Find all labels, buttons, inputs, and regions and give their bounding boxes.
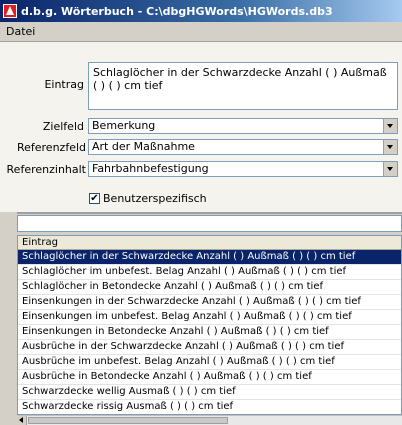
eintrag-field[interactable]: Schlaglöcher in der Schwarzdecke Anzahl … [88, 62, 398, 110]
form-panel: Eintrag Schlaglöcher in der Schwarzdecke… [0, 42, 402, 212]
chevron-down-icon[interactable] [383, 162, 397, 176]
menu-datei[interactable]: Datei [6, 25, 35, 38]
zielfeld-label: Zielfeld [42, 120, 84, 133]
entries-grid[interactable]: Eintrag Schlaglöcher in der Schwarzdecke… [17, 235, 402, 415]
window-title: d.b.g. Wörterbuch - C:\dbgHGWords\HGWord… [21, 4, 333, 18]
referenzfeld-label: Referenzfeld [16, 141, 86, 154]
scroll-left-icon[interactable] [17, 416, 27, 425]
chevron-down-icon[interactable] [383, 140, 397, 154]
menu-bar: Datei [0, 22, 402, 42]
zielfeld-value: Bemerkung [92, 119, 156, 132]
table-row[interactable]: Schlaglöcher im unbefest. Belag Anzahl (… [18, 265, 401, 280]
table-row[interactable]: Schwarzdecke rissig Ausmaß ( ) ( ) cm ti… [18, 400, 401, 414]
table-row[interactable]: Ausbrüche im unbefest. Belag Anzahl ( ) … [18, 355, 401, 370]
horizontal-scrollbar[interactable] [17, 415, 402, 425]
referenzfeld-value: Art der Maßnahme [92, 140, 195, 153]
table-row[interactable]: Schlaglöcher in der Schwarzdecke Anzahl … [18, 250, 401, 265]
grid-rows: Schlaglöcher in der Schwarzdecke Anzahl … [18, 250, 401, 414]
divider [0, 212, 402, 214]
title-bar[interactable]: d.b.g. Wörterbuch - C:\dbgHGWords\HGWord… [0, 0, 402, 22]
table-row[interactable]: Einsenkungen in Betondecke Anzahl ( ) Au… [18, 325, 401, 340]
referenzfeld-select[interactable]: Art der Maßnahme [88, 139, 398, 155]
table-row[interactable]: Schlaglöcher in Betondecke Anzahl ( ) Au… [18, 280, 401, 295]
benutzerspezifisch-checkbox[interactable]: ✔ [89, 193, 100, 204]
table-row[interactable]: Ausbrüche in Betondecke Anzahl ( ) Außma… [18, 370, 401, 385]
app-icon [3, 4, 17, 18]
referenzinhalt-label: Referenzinhalt [6, 163, 86, 176]
table-row[interactable]: Einsenkungen im unbefest. Belag Anzahl (… [18, 310, 401, 325]
table-row[interactable]: Einsenkungen in der Schwarzdecke Anzahl … [18, 295, 401, 310]
referenzinhalt-value: Fahrbahnbefestigung [92, 162, 209, 175]
scrollbar-thumb[interactable] [28, 417, 228, 424]
eintrag-label: Eintrag [44, 78, 84, 91]
filter-input[interactable] [17, 215, 402, 232]
left-strip [0, 212, 17, 425]
zielfeld-select[interactable]: Bemerkung [88, 118, 398, 134]
table-row[interactable]: Ausbrüche in der Schwarzdecke Anzahl ( )… [18, 340, 401, 355]
table-row[interactable]: Schwarzdecke wellig Ausmaß ( ) ( ) cm ti… [18, 385, 401, 400]
referenzinhalt-select[interactable]: Fahrbahnbefestigung [88, 161, 398, 177]
grid-header-eintrag[interactable]: Eintrag [18, 236, 401, 250]
benutzerspezifisch-label: Benutzerspezifisch [103, 192, 207, 205]
chevron-down-icon[interactable] [383, 119, 397, 133]
